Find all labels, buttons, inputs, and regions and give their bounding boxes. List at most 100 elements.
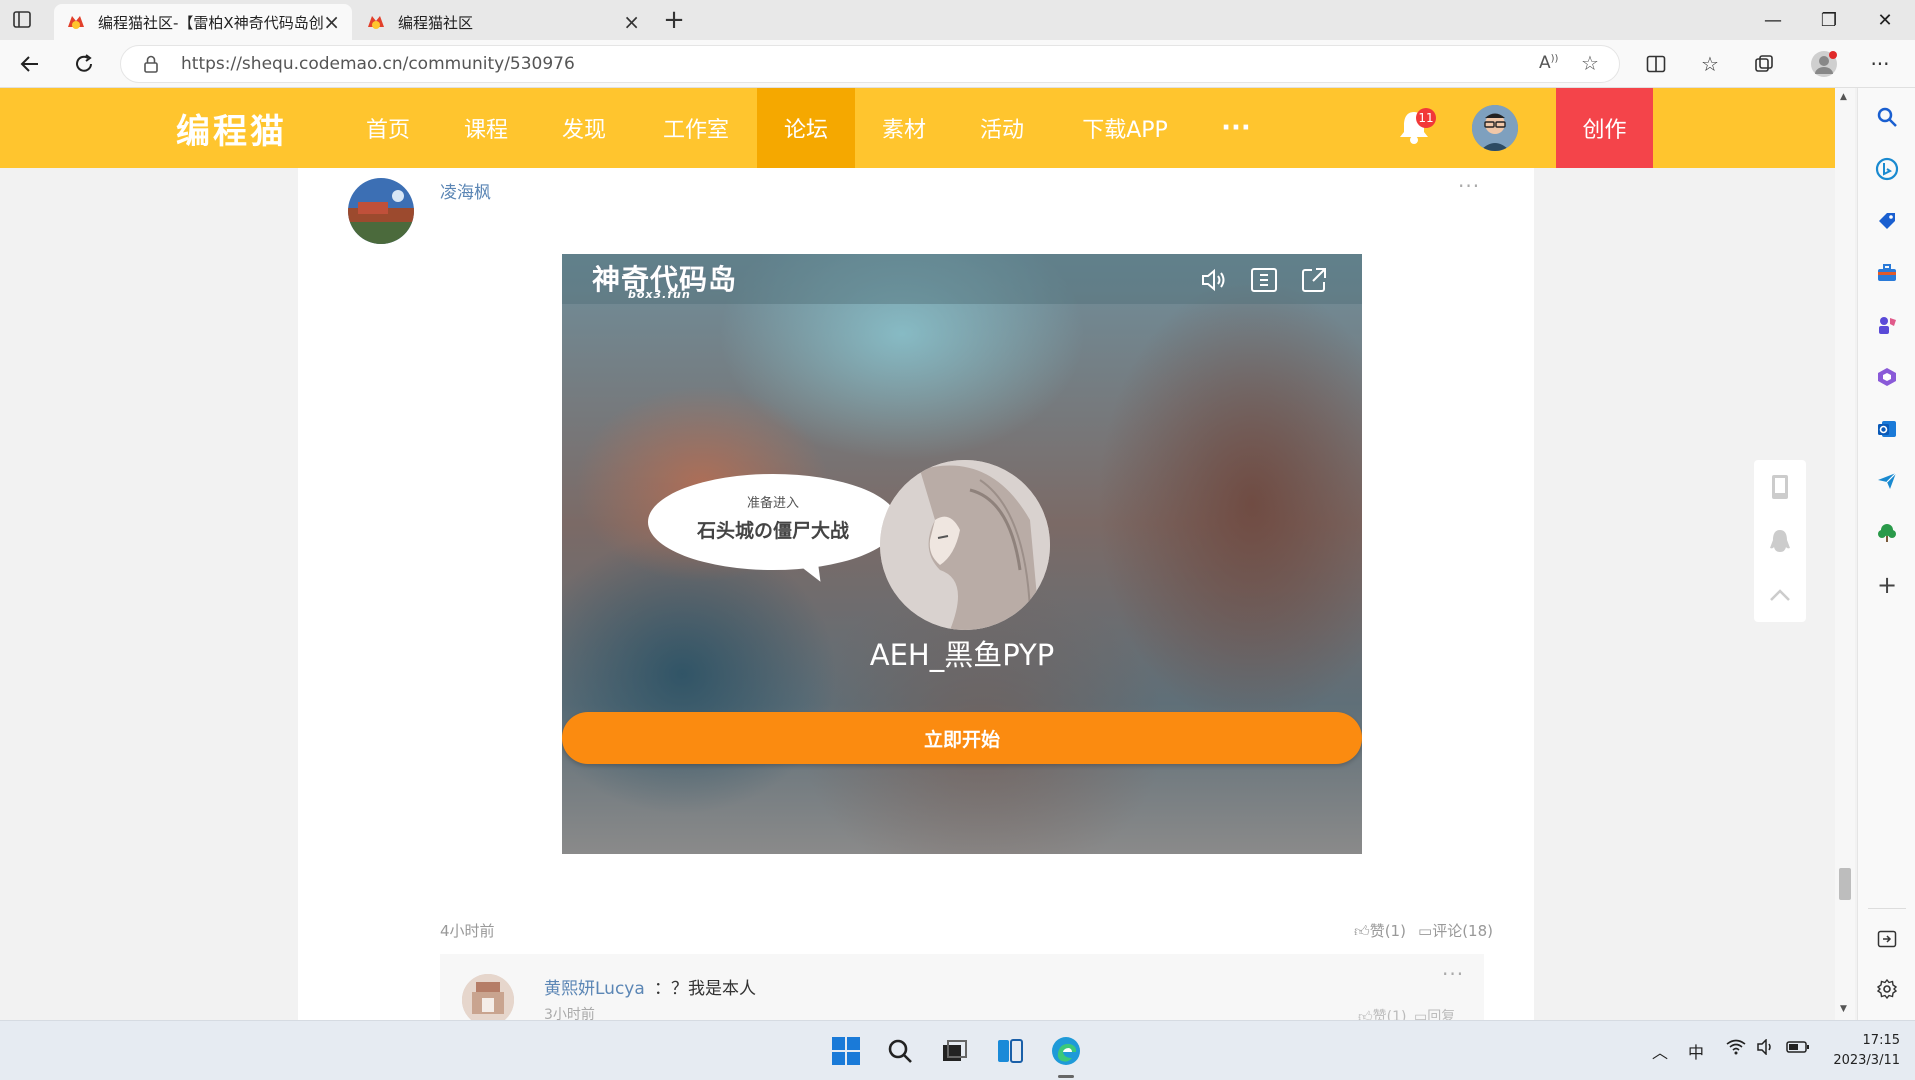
nav-events[interactable]: 活动	[962, 88, 1042, 168]
reply-reply-button[interactable]: ▭回复	[1414, 1006, 1455, 1020]
site-logo[interactable]: 编程猫	[176, 104, 287, 153]
send-icon[interactable]	[1870, 464, 1904, 498]
browser-tab-active[interactable]: 编程猫社区-【雷柏X神奇代码岛创 ×	[54, 4, 352, 40]
more-menu-icon[interactable]: ···	[1862, 46, 1898, 82]
nav-discover[interactable]: 发现	[544, 88, 624, 168]
create-button[interactable]: 创作	[1556, 88, 1653, 168]
hide-sidebar-icon[interactable]	[1870, 922, 1904, 956]
scroll-down-arrow-icon[interactable]: ▼	[1840, 1004, 1847, 1014]
settings-gear-icon[interactable]	[1870, 972, 1904, 1006]
box3-logo-sub: box3.fun	[628, 288, 691, 301]
notification-badge: 11	[1416, 108, 1436, 128]
qq-icon[interactable]	[1754, 514, 1806, 568]
back-button[interactable]	[10, 44, 50, 84]
close-window-button[interactable]: ✕	[1857, 0, 1913, 40]
reply-more-icon[interactable]: ···	[1442, 962, 1464, 986]
tree-icon[interactable]	[1870, 516, 1904, 550]
start-button[interactable]: 立即开始	[562, 712, 1362, 764]
volume-tray-icon[interactable]	[1756, 1038, 1776, 1059]
like-count: 赞(1)	[1369, 922, 1406, 940]
task-view-icon[interactable]	[934, 1031, 974, 1071]
close-tab-icon[interactable]: ×	[623, 10, 640, 34]
post-author-name[interactable]: 凌海枫	[440, 178, 491, 203]
site-header: 编程猫 首页 课程 发现 工作室 论坛 素材 活动 下载APP ··· 11 创…	[0, 88, 1835, 168]
system-clock[interactable]: 17:15 2023/3/11	[1820, 1031, 1900, 1071]
scrollbar-thumb[interactable]	[1839, 868, 1851, 900]
clock-date: 2023/3/11	[1833, 1053, 1900, 1068]
nav-home[interactable]: 首页	[348, 88, 428, 168]
codemao-favicon-icon	[66, 13, 86, 31]
game-title: 石头城の僵尸大战	[696, 520, 849, 542]
tab-actions-icon[interactable]	[12, 10, 34, 30]
restore-button[interactable]: ❐	[1801, 0, 1857, 40]
comment-count: 评论(18)	[1432, 922, 1493, 940]
wifi-icon[interactable]	[1726, 1039, 1746, 1059]
add-favorite-icon[interactable]: ☆	[1581, 51, 1599, 75]
back-arrow-icon	[20, 56, 38, 72]
reply-item: 黄熙妍Lucya ：？我是本人 3小时前 ··· 👍︎赞(1) ▭回复	[440, 954, 1484, 1020]
minimize-button[interactable]: —	[1745, 0, 1801, 40]
windows-taskbar: ︿ 中 17:15 2023/3/11	[0, 1020, 1915, 1080]
floating-tools	[1754, 460, 1806, 622]
tools-briefcase-icon[interactable]	[1870, 256, 1904, 290]
volume-icon[interactable]	[1198, 264, 1230, 296]
post-more-icon[interactable]: ···	[1458, 174, 1480, 198]
close-tab-icon[interactable]: ×	[323, 10, 340, 34]
back-to-top-icon[interactable]	[1754, 568, 1806, 622]
tab-title: 编程猫社区	[398, 13, 474, 32]
web-page: 编程猫 首页 课程 发现 工作室 论坛 素材 活动 下载APP ··· 11 创…	[0, 88, 1835, 1020]
nav-forum[interactable]: 论坛	[757, 88, 855, 168]
taskbar-search-icon[interactable]	[880, 1031, 920, 1071]
edge-taskbar-icon[interactable]	[1046, 1031, 1086, 1071]
user-avatar[interactable]	[1472, 105, 1518, 151]
widgets-icon[interactable]	[990, 1031, 1030, 1071]
creator-name: AEH_黑鱼PYP	[869, 638, 1055, 672]
comment-button[interactable]: ▭评论(18)	[1418, 920, 1493, 941]
reply-like-button[interactable]: 👍︎赞(1)	[1358, 1006, 1406, 1020]
post-time: 4小时前	[440, 922, 495, 940]
add-sidebar-app-icon[interactable]: +	[1870, 568, 1904, 602]
details-icon[interactable]	[1248, 264, 1280, 296]
tray-overflow-icon[interactable]: ︿	[1652, 1039, 1668, 1063]
address-field[interactable]: https://shequ.codemao.cn/community/53097…	[120, 45, 1620, 83]
mobile-icon[interactable]	[1754, 460, 1806, 514]
nav-courses[interactable]: 课程	[446, 88, 526, 168]
nav-studio[interactable]: 工作室	[652, 88, 740, 168]
battery-icon[interactable]	[1786, 1039, 1810, 1059]
post-card: 凌海枫 ··· 神奇代码岛 box3.fun 准备进入 石头城の僵尸大战 AEH…	[298, 168, 1534, 1020]
reply-reply-label: 回复	[1427, 1009, 1456, 1020]
new-tab-button[interactable]: +	[656, 4, 692, 36]
favorites-icon[interactable]: ☆	[1692, 46, 1728, 82]
shopping-tag-icon[interactable]	[1870, 204, 1904, 238]
reply-avatar[interactable]	[462, 974, 514, 1020]
ime-indicator[interactable]: 中	[1688, 1039, 1704, 1063]
microsoft-365-icon[interactable]	[1870, 360, 1904, 394]
like-button[interactable]: 👍︎赞(1)	[1354, 920, 1406, 941]
outlook-icon[interactable]	[1870, 412, 1904, 446]
reply-author-name[interactable]: 黄熙妍Lucya	[544, 974, 645, 999]
profile-avatar[interactable]	[1806, 46, 1842, 82]
read-aloud-icon[interactable]: A))	[1539, 53, 1558, 73]
bubble-caption: 准备进入	[746, 496, 799, 511]
nav-more[interactable]: ···	[1196, 88, 1276, 168]
edge-sidebar: +	[1857, 88, 1915, 1020]
refresh-button[interactable]	[64, 44, 104, 84]
collections-icon[interactable]	[1746, 46, 1782, 82]
comment-icon: ▭	[1414, 1009, 1428, 1020]
start-menu-icon[interactable]	[826, 1031, 866, 1071]
browser-tab[interactable]: 编程猫社区 ×	[354, 4, 652, 40]
search-icon[interactable]	[1870, 100, 1904, 134]
nav-download-app[interactable]: 下载APP	[1070, 88, 1180, 168]
creator-portrait	[880, 460, 1050, 630]
address-toolbar: https://shequ.codemao.cn/community/53097…	[0, 40, 1915, 88]
game-embed[interactable]: 神奇代码岛 box3.fun 准备进入 石头城の僵尸大战 AEH_黑鱼PYP 立…	[562, 254, 1362, 854]
games-icon[interactable]	[1870, 308, 1904, 342]
nav-materials[interactable]: 素材	[864, 88, 944, 168]
open-external-icon[interactable]	[1298, 264, 1330, 296]
scroll-up-arrow-icon[interactable]: ▲	[1840, 92, 1847, 102]
thumb-up-icon: 👍︎	[1354, 922, 1370, 940]
lock-icon	[143, 55, 159, 78]
bing-chat-icon[interactable]	[1870, 152, 1904, 186]
post-author-avatar[interactable]	[348, 178, 414, 244]
split-screen-icon[interactable]	[1638, 46, 1674, 82]
